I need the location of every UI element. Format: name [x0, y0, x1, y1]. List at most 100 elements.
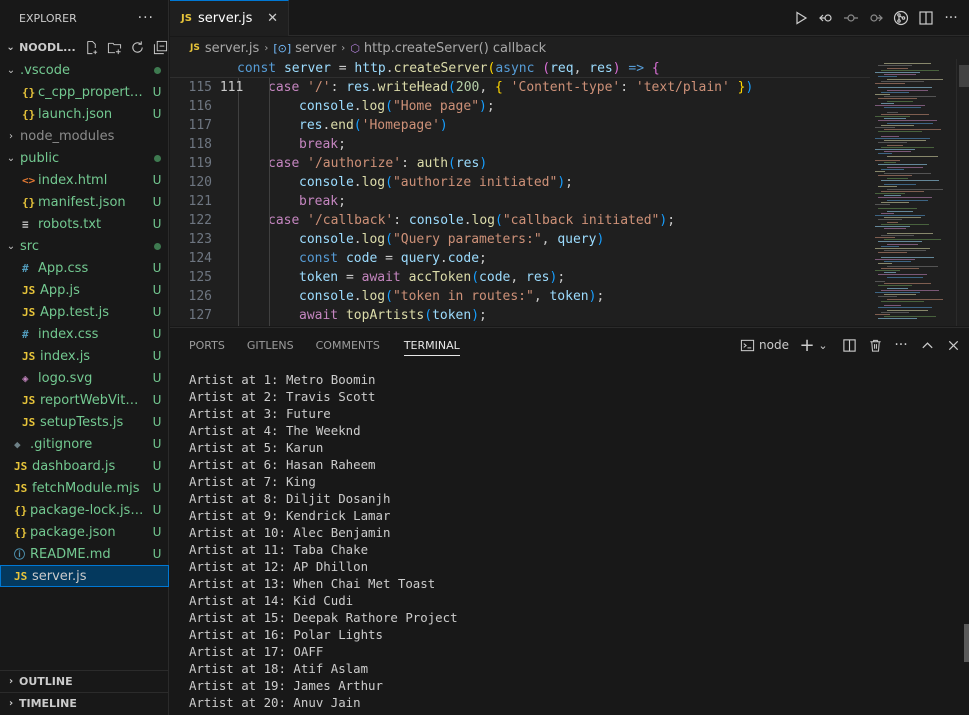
minimap-line [875, 248, 930, 249]
minimap[interactable] [871, 59, 956, 326]
tree-folder[interactable]: ⌄ src [0, 235, 169, 257]
tree-file[interactable]: {} c_cpp_properti... U [0, 81, 169, 103]
code-line[interactable]: 126 console.log("token in routes:", token… [170, 287, 870, 306]
terminal-shell-name[interactable]: node [759, 338, 789, 352]
sticky-scroll-line[interactable]: 111 const server = http.createServer(asy… [170, 59, 870, 95]
code-line[interactable]: 119 case '/authorize': auth(res) [170, 154, 870, 173]
file-type-icon: {} [22, 195, 36, 209]
trash-icon[interactable] [867, 337, 883, 353]
new-terminal-plus-icon[interactable]: + [799, 335, 815, 356]
tab-comments[interactable]: COMMENTS [316, 328, 380, 362]
breadcrumb-file[interactable]: server.js [205, 41, 259, 56]
code-line[interactable]: 122 case '/callback': console.log("callba… [170, 211, 870, 230]
tree-file[interactable]: {} manifest.json U [0, 191, 169, 213]
code-line[interactable]: 116console.log("Home page"); [170, 97, 870, 116]
tree-file[interactable]: {} launch.json U [0, 103, 169, 125]
close-icon[interactable]: ✕ [267, 11, 278, 26]
chevron-down-icon[interactable]: ⌄ [815, 337, 831, 353]
terminal-line: Artist at 5: Karun [189, 440, 324, 455]
code-line[interactable]: 117 res.end('Homepage') [170, 116, 870, 135]
more-actions-icon[interactable]: ··· [893, 337, 909, 353]
tree-file[interactable]: JS index.js U [0, 345, 169, 367]
tree-file[interactable]: JS App.test.js U [0, 301, 169, 323]
tree-folder[interactable]: ⌄ .vscode [0, 59, 169, 81]
code-line[interactable]: 120 console.log("authorize initiated"); [170, 173, 870, 192]
tree-file[interactable]: JS server.js [0, 565, 169, 587]
scrollbar-thumb[interactable] [959, 65, 969, 87]
minimap-line [875, 215, 925, 216]
breadcrumb-symbol-callback[interactable]: http.createServer() callback [364, 41, 546, 56]
editor-scrollbar[interactable] [956, 59, 969, 326]
tree-item-label: README.md [30, 546, 111, 562]
code-line[interactable]: 124 const code = query.code; [170, 249, 870, 268]
terminal-line: Artist at 1: Metro Boomin [189, 372, 376, 387]
tab-ports[interactable]: PORTS [189, 328, 225, 362]
more-actions-icon[interactable]: ··· [138, 10, 154, 26]
tree-file[interactable]: {} package.json U [0, 521, 169, 543]
split-editor-icon[interactable] [918, 10, 934, 26]
tree-file[interactable]: # App.css U [0, 257, 169, 279]
tree-folder[interactable]: ⌄ public [0, 147, 169, 169]
code-line[interactable]: 123 console.log("Query parameters:", quer… [170, 230, 870, 249]
code-line[interactable]: 115case '/': res.writeHead(200, { 'Conte… [170, 78, 870, 97]
more-actions-icon[interactable]: ··· [943, 10, 959, 26]
tree-file[interactable]: <> index.html U [0, 169, 169, 191]
new-file-icon[interactable] [83, 39, 99, 55]
minimap-line [878, 142, 907, 144]
tree-file[interactable]: JS fetchModule.mjs U [0, 477, 169, 499]
minimap-line [881, 201, 909, 203]
terminal-output[interactable]: Artist at 1: Metro Boomin Artist at 2: Tr… [189, 371, 949, 711]
tab-terminal[interactable]: TERMINAL [403, 328, 460, 362]
timeline-section[interactable]: › TIMELINE [0, 692, 169, 714]
tree-item-label: c_cpp_properti... [38, 84, 145, 100]
minimap-line [875, 292, 920, 293]
run-icon[interactable] [793, 10, 809, 26]
tab-server-js[interactable]: JS server.js ✕ [170, 0, 289, 36]
terminal-scrollbar-thumb[interactable] [964, 624, 969, 662]
tab-gitlens[interactable]: GITLENS [247, 328, 294, 362]
tree-file[interactable]: JS App.js U [0, 279, 169, 301]
tree-file[interactable]: ◈ logo.svg U [0, 367, 169, 389]
explorer-header: EXPLORER ··· [0, 0, 168, 36]
tree-file[interactable]: {} package-lock.json U [0, 499, 169, 521]
maximize-panel-icon[interactable] [919, 337, 935, 353]
git-forward-icon[interactable] [868, 10, 884, 26]
file-type-icon: {} [22, 85, 36, 99]
code-line[interactable]: 125 token = await accToken(code, res); [170, 268, 870, 287]
outline-section[interactable]: › OUTLINE [0, 670, 169, 692]
git-compare-icon[interactable] [818, 10, 834, 26]
code-line[interactable]: 118 break; [170, 135, 870, 154]
split-terminal-icon[interactable] [841, 337, 857, 353]
tree-file[interactable]: JS reportWebVital... U [0, 389, 169, 411]
git-commit-icon[interactable] [843, 10, 859, 26]
tree-file[interactable]: JS setupTests.js U [0, 411, 169, 433]
terminal-line: Artist at 14: Kid Cudi [189, 593, 354, 608]
gitlens-icon[interactable] [893, 10, 909, 26]
code-editor[interactable]: 111 const server = http.createServer(asy… [170, 59, 969, 326]
minimap-line [881, 179, 939, 181]
collapse-all-icon[interactable] [152, 39, 168, 55]
tree-folder[interactable]: › node_modules [0, 125, 169, 147]
explorer-sidebar: EXPLORER ··· ⌄ NOODL... ⌄ .vscode{} c_cpp_… [0, 0, 169, 715]
code-line[interactable]: 127 await topArtists(token); [170, 306, 870, 325]
new-folder-icon[interactable] [106, 39, 122, 55]
breadcrumb-symbol-server[interactable]: server [295, 41, 336, 56]
js-file-icon: JS [181, 13, 192, 24]
minimap-line [887, 67, 908, 69]
workspace-folder-header[interactable]: ⌄ NOODL... [0, 36, 168, 58]
tree-file[interactable]: # index.css U [0, 323, 169, 345]
indent-guide [269, 78, 270, 326]
tree-file[interactable]: ⓘ README.md U [0, 543, 169, 565]
close-panel-icon[interactable] [945, 337, 961, 353]
terminal-icon[interactable] [739, 337, 755, 353]
minimap-line [881, 256, 934, 258]
tree-file[interactable]: ◆ .gitignore U [0, 433, 169, 455]
minimap-line [878, 208, 917, 210]
minimap-line [887, 232, 933, 234]
tree-file[interactable]: JS dashboard.js U [0, 455, 169, 477]
refresh-icon[interactable] [129, 39, 145, 55]
minimap-line [875, 72, 920, 73]
minimap-line [884, 228, 906, 230]
tree-file[interactable]: ≡ robots.txt U [0, 213, 169, 235]
code-line[interactable]: 121 break; [170, 192, 870, 211]
